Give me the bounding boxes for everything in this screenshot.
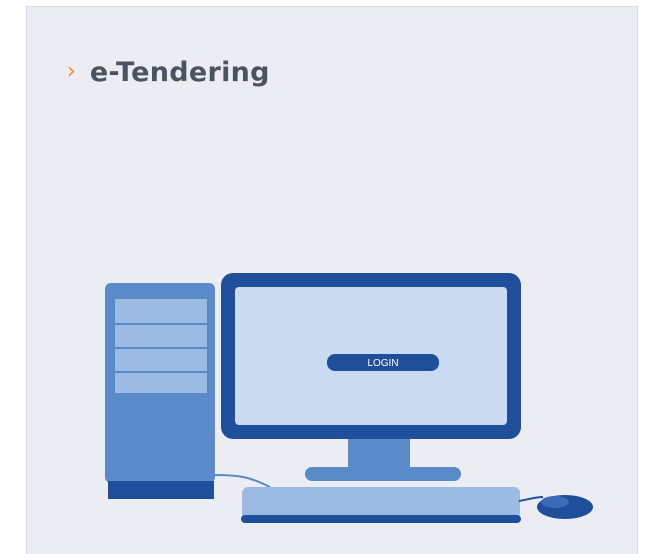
card-header-link[interactable]: › e-Tendering bbox=[67, 57, 270, 88]
computer-tower bbox=[105, 283, 215, 499]
keyboard bbox=[241, 487, 521, 523]
monitor: LOGIN bbox=[221, 273, 521, 481]
desktop-computer-icon: LOGIN bbox=[105, 273, 593, 523]
chevron-right-icon: › bbox=[67, 58, 76, 84]
card-title: e-Tendering bbox=[89, 57, 270, 88]
mouse bbox=[537, 495, 593, 519]
e-tendering-card[interactable]: › e-Tendering LOGIN bbox=[26, 6, 638, 554]
login-label: LOGIN bbox=[367, 358, 398, 369]
